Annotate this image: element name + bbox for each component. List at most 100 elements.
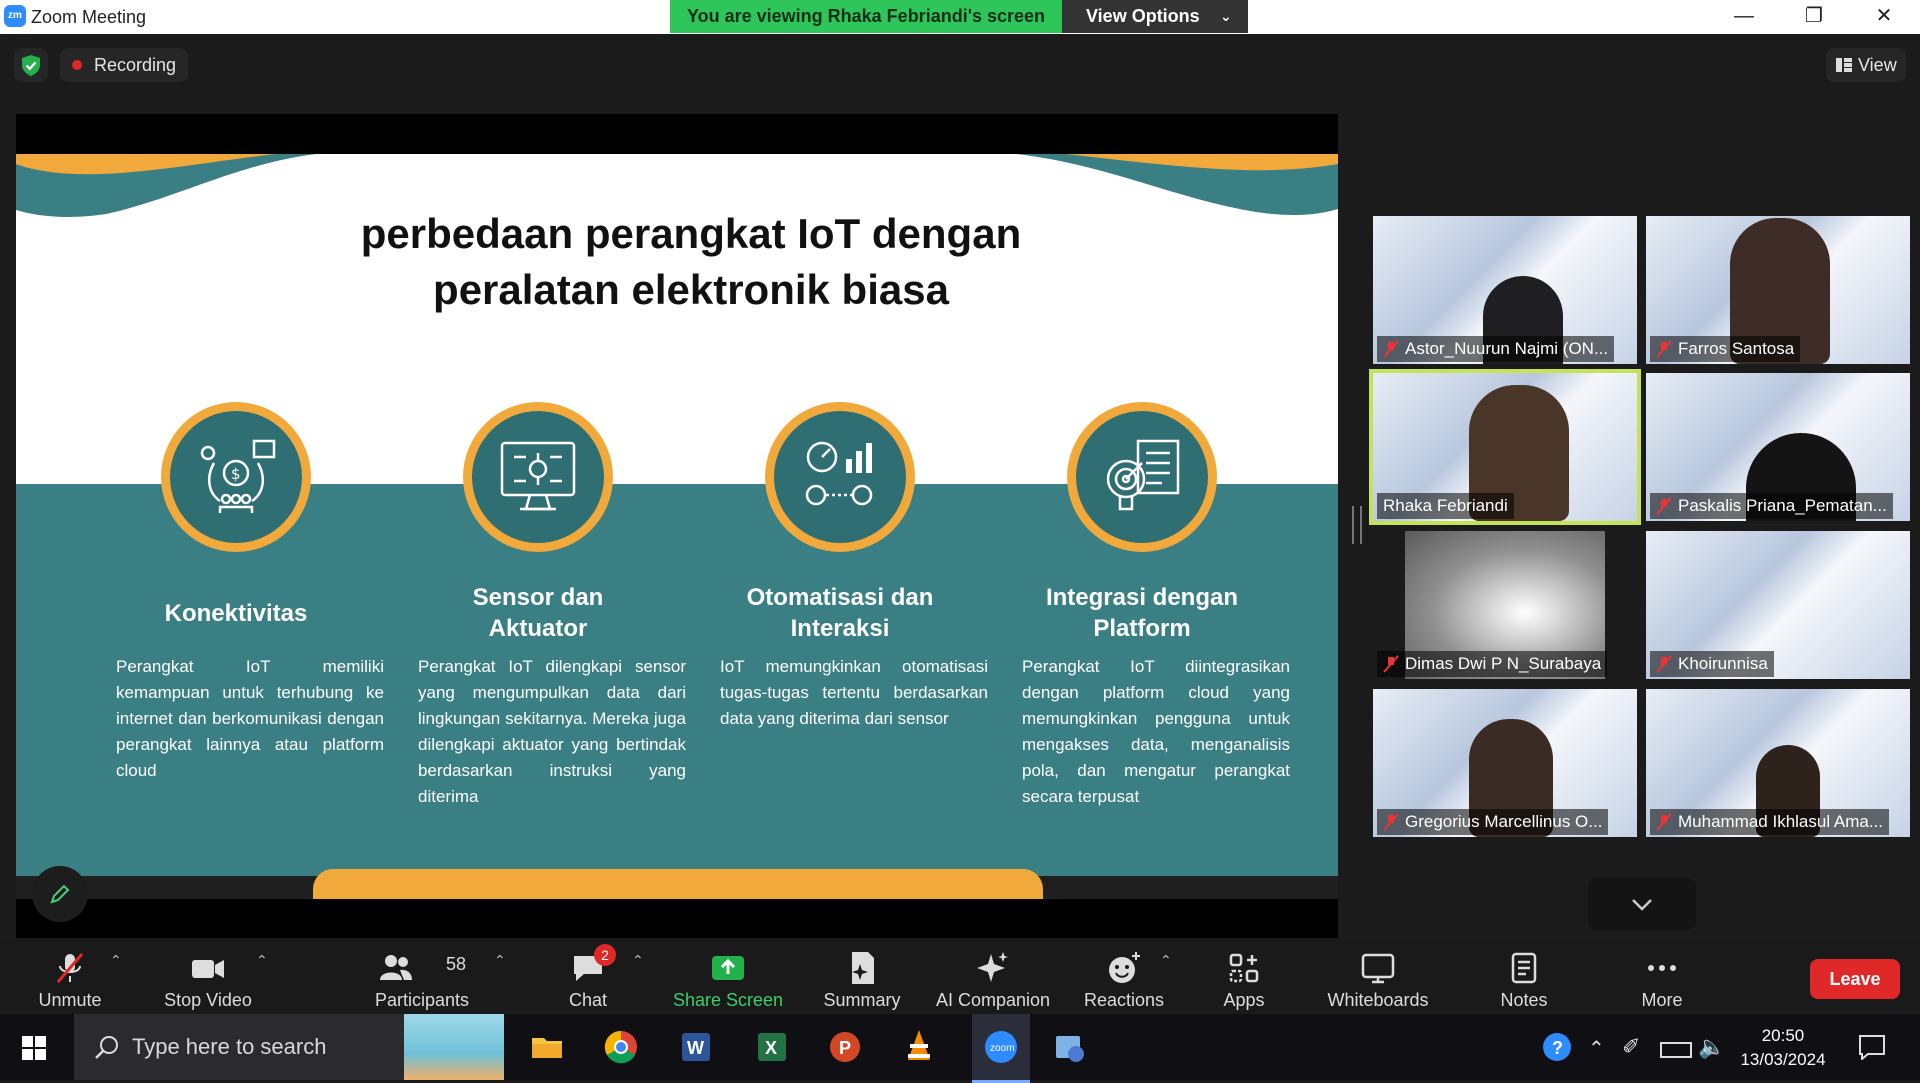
minimize-button[interactable]: — [1714, 0, 1774, 34]
feature-title: Integrasi dengan Platform [992, 582, 1292, 644]
stop-video-label: Stop Video [164, 990, 252, 1010]
feature-circle [765, 402, 915, 552]
video-options-caret[interactable]: ⌃ [256, 952, 268, 969]
whiteboards-button[interactable]: Whiteboards [1318, 940, 1438, 1014]
window-title: Zoom Meeting [31, 7, 147, 27]
tray-expand-icon[interactable]: ⌃ [1588, 1036, 1605, 1061]
participant-tile-active-speaker[interactable]: Rhaka Febriandi [1369, 369, 1641, 525]
summary-button[interactable]: Summary [810, 940, 914, 1014]
reactions-button[interactable]: Reactions [1076, 940, 1172, 1014]
help-icon[interactable]: ? [1540, 1030, 1574, 1064]
participant-name-text: Muhammad Ikhlasul Ama... [1678, 812, 1884, 831]
pencil-icon [50, 884, 70, 904]
vlc-icon[interactable] [896, 1024, 942, 1070]
windows-start-icon[interactable] [22, 1036, 46, 1060]
smiley-plus-icon [1109, 952, 1140, 983]
svg-text:P: P [839, 1038, 851, 1058]
mic-muted-icon [1656, 655, 1672, 673]
chat-options-caret[interactable]: ⌃ [632, 952, 644, 969]
security-shield-icon[interactable] [14, 48, 48, 82]
chrome-icon[interactable] [598, 1024, 644, 1070]
leave-button[interactable]: Leave [1810, 959, 1900, 999]
participant-name: Farros Santosa [1650, 336, 1801, 362]
system-clock[interactable]: 20:50 13/03/2024 [1722, 1024, 1844, 1072]
share-screen-label: Share Screen [672, 990, 784, 1010]
view-options-button[interactable]: View Options ⌄ [1062, 0, 1248, 33]
participant-tile[interactable]: Dimas Dwi P N_Surabaya [1373, 531, 1637, 679]
feature-text: Perangkat IoT memiliki kemampuan untuk t… [116, 657, 384, 780]
participant-tile[interactable]: Farros Santosa [1646, 216, 1910, 364]
powerpoint-icon[interactable]: P [822, 1024, 868, 1070]
app-shortcut-icon[interactable] [1046, 1024, 1092, 1070]
file-explorer-icon[interactable] [524, 1024, 570, 1070]
restore-button[interactable]: ❐ [1784, 0, 1844, 34]
microphone-muted-icon [56, 953, 84, 983]
notes-label: Notes [1500, 990, 1548, 1010]
mic-muted-icon [1656, 340, 1672, 358]
excel-icon[interactable]: X [748, 1024, 794, 1070]
feature-text: Perangkat IoT dilengkapi sensor yang men… [418, 657, 686, 806]
svg-text:zoom: zoom [990, 1043, 1014, 1054]
pen-tray-icon[interactable]: ✐ [1622, 1034, 1640, 1060]
chevron-down-icon: ⌄ [1220, 8, 1232, 24]
participant-name: Dimas Dwi P N_Surabaya [1377, 651, 1608, 677]
share-screen-button[interactable]: Share Screen [668, 940, 788, 1014]
apps-button[interactable]: Apps [1206, 940, 1282, 1014]
ai-companion-button[interactable]: AI Companion [928, 940, 1058, 1014]
participant-name-text: Paskalis Priana_Pematan... [1678, 496, 1887, 515]
viewing-label: You are viewing Rhaka Febriandi's screen [670, 0, 1062, 33]
feature-title-line-1: Otomatisasi dan [746, 584, 934, 611]
chat-button[interactable]: Chat [548, 940, 628, 1014]
notes-icon [1511, 952, 1537, 984]
participant-tile[interactable]: Paskalis Priana_Pematan... [1646, 373, 1910, 521]
gallery-next-page-button[interactable] [1588, 878, 1696, 930]
taskbar-search-box[interactable]: Type here to search [74, 1014, 504, 1080]
whiteboard-icon [1361, 953, 1395, 984]
participants-button[interactable]: 58 Participants [362, 940, 482, 1014]
participants-options-caret[interactable]: ⌃ [494, 952, 506, 969]
participant-tile[interactable]: Khoirunnisa [1646, 531, 1910, 679]
chat-label: Chat [568, 990, 608, 1010]
unmute-button[interactable]: Unmute [22, 940, 118, 1014]
feature-circle: $ [161, 402, 311, 552]
mic-muted-icon [1383, 340, 1399, 358]
battery-icon[interactable] [1660, 1042, 1692, 1058]
shared-screen: perbedaan perangkat IoT dengan peralatan… [16, 114, 1338, 938]
mic-muted-icon [1656, 813, 1672, 831]
annotate-pencil-button[interactable] [32, 866, 88, 922]
feature-title: Konektivitas [164, 600, 308, 627]
zoom-taskbar-icon[interactable]: zoom [972, 1014, 1030, 1083]
slide-title-line-1: perbedaan perangkat IoT dengan [360, 210, 1022, 257]
participant-name-text: Astor_Nuurun Najmi (ON... [1405, 339, 1609, 358]
close-button[interactable]: ✕ [1854, 0, 1914, 34]
mic-muted-icon [1656, 497, 1672, 515]
mic-muted-icon [1383, 813, 1399, 831]
notes-button[interactable]: Notes [1486, 940, 1562, 1014]
svg-text:W: W [687, 1038, 704, 1058]
integration-target-icon [1106, 439, 1180, 511]
stop-video-button[interactable]: Stop Video [152, 940, 264, 1014]
participant-tile[interactable]: Muhammad Ikhlasul Ama... [1646, 689, 1910, 837]
view-button[interactable]: View [1826, 48, 1906, 82]
more-button[interactable]: More [1624, 940, 1700, 1014]
word-icon[interactable]: W [672, 1024, 718, 1070]
feature-title: Otomatisasi dan Interaksi [690, 582, 990, 644]
participant-name: Rhaka Febriandi [1377, 493, 1514, 519]
participants-count: 58 [446, 954, 467, 974]
audio-options-caret[interactable]: ⌃ [110, 952, 122, 969]
feature-text: IoT memungkinkan otomatisasi tugas-tugas… [720, 657, 988, 728]
participant-tile[interactable]: Astor_Nuurun Najmi (ON... [1373, 216, 1637, 364]
participants-label: Participants [374, 990, 470, 1010]
participant-tile[interactable]: Gregorius Marcellinus O... [1373, 689, 1637, 837]
splitter-handle[interactable] [1352, 506, 1362, 544]
view-options-label: View Options [1086, 6, 1200, 26]
title-bar: zm Zoom Meeting You are viewing Rhaka Fe… [0, 0, 1920, 34]
notifications-icon[interactable] [1858, 1034, 1886, 1060]
chat-unread-badge: 2 [594, 944, 616, 966]
search-highlight-illustration [404, 1014, 504, 1080]
recording-indicator[interactable]: Recording [60, 48, 188, 82]
unmute-label: Unmute [38, 990, 102, 1010]
reactions-options-caret[interactable]: ⌃ [1160, 952, 1172, 969]
feature-title-line-2: Aktuator [488, 615, 588, 642]
feature-circle [1067, 402, 1217, 552]
